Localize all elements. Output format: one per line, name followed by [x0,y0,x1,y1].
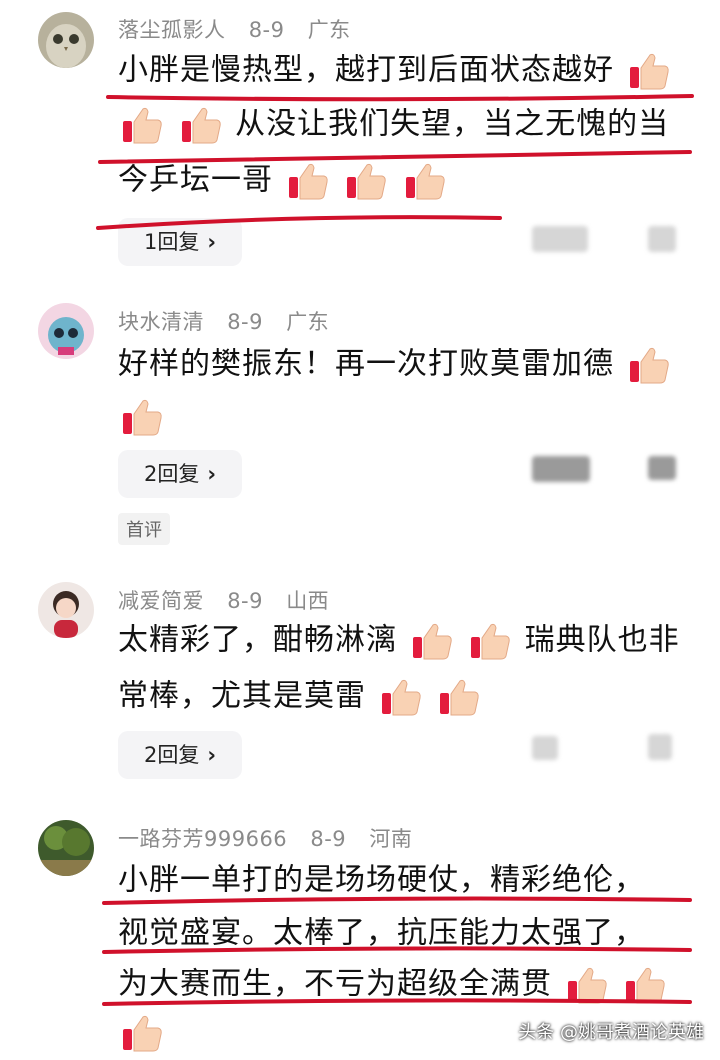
comment-text-line [118,1012,166,1052]
thumbs-up-icon [629,53,669,89]
view-replies-button[interactable]: 1回复 › [118,218,243,266]
comment-text-line: 好样的樊振东！再一次打败莫雷加德 [118,344,673,384]
comment-text: 为大赛而生，不亏为超级全满贯 [118,966,552,1002]
comment-meta: 减爱简爱 8-9 山西 [118,585,345,615]
blurred-action-icons [532,226,588,252]
blurred-like-icon [648,226,676,252]
thumbs-up-icon [567,967,607,1003]
thumbs-up-icon [381,679,421,715]
comment-date: 8-9 [227,589,263,613]
comment-text-line: 太精彩了，酣畅淋漓 瑞典队也非 [118,620,680,660]
chevron-right-icon: › [207,230,217,254]
red-underline-annotations [96,94,694,1006]
thumbs-up-icon [347,163,386,199]
comment-text-line: 从没让我们失望，当之无愧的当 [118,104,669,144]
comment-text: 小胖是慢热型，越打到后面状态越好 [118,52,614,88]
comment-text-line: 小胖一单打的是场场硬仗，精彩绝伦， [118,860,645,900]
comment-location: 河南 [369,827,413,851]
thumbs-up-icon [405,163,445,199]
thumbs-up-icon [123,399,162,435]
reply-count: 2回复 [144,462,200,486]
comment-text: 瑞典队也非 [524,622,680,658]
comment-text-line: 为大赛而生，不亏为超级全满贯 [118,964,669,1004]
chevron-right-icon: › [207,462,217,486]
comment-meta: 落尘孤影人 8-9 广东 [118,14,367,44]
thumbs-up-icon [471,623,510,659]
comment-text: 小胖一单打的是场场硬仗，精彩绝伦， [118,862,645,898]
chevron-right-icon: › [207,743,217,767]
comment-location: 广东 [286,310,330,334]
comment-text: 视觉盛宴。太棒了，抗压能力太强了， [118,915,645,951]
thumbs-up-icon [288,163,328,199]
blurred-like-icon [648,456,676,480]
reply-count: 1回复 [144,230,200,254]
comment-text-line: 视觉盛宴。太棒了，抗压能力太强了， [118,913,645,953]
comment-text-line: 常棒，尤其是莫雷 [118,676,483,716]
watermark: 头条 @姚哥煮酒论英雄 [518,1022,704,1043]
username[interactable]: 减爱简爱 [118,589,204,613]
comment-date: 8-9 [227,310,263,334]
username[interactable]: 块水清清 [118,310,204,334]
user-avatar[interactable] [38,303,94,359]
thumbs-up-icon [440,679,479,715]
comment-date: 8-9 [248,18,285,42]
comment-text-line: 今乒坛一哥 [118,160,449,200]
comment-text: 今乒坛一哥 [118,162,273,198]
comment-text: 太精彩了，酣畅淋漓 [118,622,397,658]
comment-meta: 一路芬芳999666 8-9 河南 [118,823,428,853]
username[interactable]: 一路芬芳999666 [118,827,287,851]
comment-text-line [118,396,166,436]
thumbs-up-icon [626,967,665,1003]
reply-count: 2回复 [144,743,200,767]
thumbs-up-icon [629,347,669,383]
comment-text: 好样的樊振东！再一次打败莫雷加德 [118,346,614,382]
comment-text-line: 小胖是慢热型，越打到后面状态越好 [118,50,673,90]
thumbs-up-icon [123,107,162,143]
first-comment-badge: 首评 [118,513,170,545]
username[interactable]: 落尘孤影人 [118,18,226,42]
user-avatar[interactable] [38,12,94,68]
nature-avatar-icon [38,820,94,876]
blurred-action-icons [532,736,558,760]
comment-date: 8-9 [310,827,347,851]
cartoon-avatar-icon [38,303,94,359]
thumbs-up-icon [412,623,452,659]
owl-avatar-icon [38,12,94,68]
user-avatar[interactable] [38,582,94,638]
comment-text: 常棒，尤其是莫雷 [118,678,366,714]
view-replies-button[interactable]: 2回复 › [118,450,243,498]
thumbs-up-icon [123,1015,162,1051]
thumbs-up-icon [181,107,221,143]
comment-location: 山西 [286,589,330,613]
comment-meta: 块水清清 8-9 广东 [118,306,345,336]
blurred-like-icon [648,734,672,760]
view-replies-button[interactable]: 2回复 › [118,731,243,779]
comment-location: 广东 [307,18,351,42]
comment-text: 从没让我们失望，当之无愧的当 [235,106,670,142]
blurred-action-icons [532,456,590,482]
girl-avatar-icon [38,582,94,638]
user-avatar[interactable] [38,820,94,876]
